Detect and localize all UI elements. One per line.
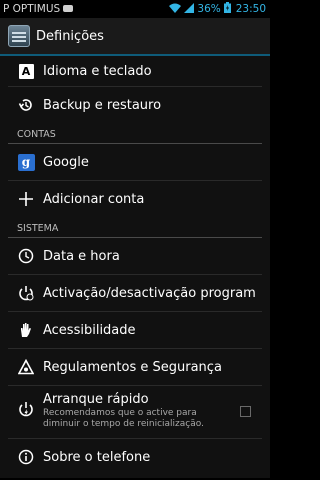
settings-item-add-account[interactable]: Adicionar conta (0, 181, 270, 217)
settings-item-label: Sobre o telefone (43, 449, 151, 465)
hand-icon (17, 321, 35, 339)
power-clock-icon (17, 284, 35, 302)
settings-item-accessibility[interactable]: Acessibilidade (0, 312, 270, 348)
wifi-icon (169, 3, 182, 16)
settings-item-label: Idioma e teclado (43, 63, 152, 79)
status-bar: P OPTIMUS 36% 23:50 (0, 0, 270, 18)
signal-icon (184, 2, 195, 16)
settings-item-label: Acessibilidade (43, 322, 136, 338)
settings-item-summary: Recomendamos que o active para (43, 408, 197, 418)
clock-icon (17, 247, 35, 265)
battery-percent: 36% (197, 3, 221, 15)
settings-item-language[interactable]: A Idioma e teclado (0, 56, 270, 86)
quick-power-icon (17, 400, 35, 418)
clock: 23:50 (235, 3, 266, 15)
google-icon: g (17, 153, 35, 171)
info-icon (17, 448, 35, 466)
settings-item-about-phone[interactable]: Sobre o telefone (0, 439, 270, 475)
language-icon: A (17, 62, 35, 80)
settings-item-quick-start[interactable]: Arranque rápido Recomendamos que o activ… (0, 386, 270, 438)
settings-item-label: Data e hora (43, 248, 120, 264)
section-header-accounts: CONTAS (17, 129, 56, 140)
battery-icon (223, 2, 231, 16)
settings-item-google[interactable]: g Google (0, 144, 270, 180)
settings-item-label: Google (43, 154, 89, 170)
settings-item-label: Arranque rápido (43, 392, 149, 407)
backup-restore-icon (17, 96, 35, 114)
settings-item-power-schedule[interactable]: Activação/desactivação program (0, 275, 270, 311)
settings-item-label: Adicionar conta (43, 191, 145, 207)
page-title: Definições (36, 28, 104, 44)
settings-item-label: Activação/desactivação program (43, 285, 256, 301)
warning-icon (17, 358, 35, 376)
settings-item-summary: diminuir o tempo de reinicialização. (43, 419, 204, 429)
settings-item-label: Regulamentos e Segurança (43, 359, 222, 375)
settings-list[interactable]: A Idioma e teclado Backup e restauro CON… (0, 56, 270, 478)
quick-start-checkbox[interactable] (240, 406, 251, 417)
notification-icon (63, 3, 74, 15)
settings-item-backup[interactable]: Backup e restauro (0, 87, 270, 123)
settings-item-label: Backup e restauro (43, 97, 162, 113)
settings-app-icon[interactable] (8, 25, 30, 47)
settings-item-date-time[interactable]: Data e hora (0, 238, 270, 274)
settings-item-regulatory[interactable]: Regulamentos e Segurança (0, 349, 270, 385)
section-header-system: SISTEMA (17, 223, 59, 234)
action-bar: Definições (0, 18, 270, 56)
plus-icon (17, 190, 35, 208)
carrier-name: P OPTIMUS (3, 3, 61, 15)
